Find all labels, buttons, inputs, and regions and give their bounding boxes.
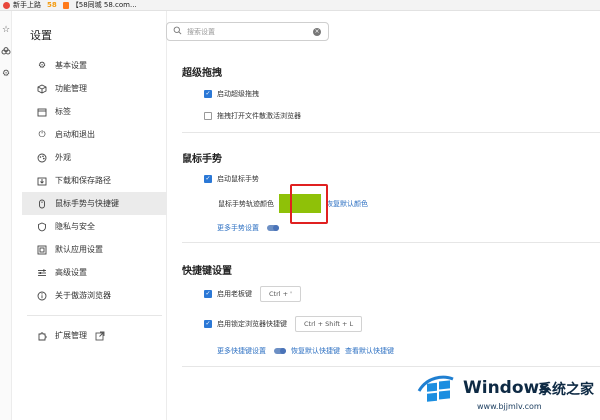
search-input[interactable] bbox=[187, 27, 307, 36]
sidebar-item-downloads[interactable]: 下载和保存路径 bbox=[22, 169, 167, 192]
sidebar-item-label: 扩展管理 bbox=[55, 331, 87, 340]
watermark-url: www.bjjmlv.com bbox=[477, 402, 542, 411]
default-app-icon bbox=[37, 245, 47, 255]
sidebar-item-about[interactable]: 关于傲游浏览器 bbox=[22, 284, 167, 307]
power-icon: ⏻ bbox=[38, 129, 46, 140]
highlight-box bbox=[290, 184, 328, 224]
watermark-brand: Windows bbox=[463, 378, 550, 398]
watermark: Windows 系统之家 www.bjjmlv.com bbox=[415, 372, 600, 420]
super-drag-background-label: 拖拽打开文件散激活浏览器 bbox=[217, 112, 301, 120]
sidebar-item-extensions[interactable]: 扩展管理 bbox=[22, 324, 167, 347]
bookmarks-bar: 新手上路 58 【58同城 58.com... bbox=[0, 0, 600, 11]
sidebar-item-label: 关于傲游浏览器 bbox=[55, 291, 111, 300]
boss-key-shortcut-field[interactable]: Ctrl + ' bbox=[260, 286, 301, 302]
page-title: 设置 bbox=[30, 29, 52, 42]
sidebar-item-mouse-gestures[interactable]: 鼠标手势与快捷键 bbox=[22, 192, 167, 215]
boss-key-label: 启用老板键 bbox=[217, 290, 252, 298]
section-title-super-drag: 超级拖拽 bbox=[182, 68, 222, 79]
section-divider bbox=[182, 366, 600, 367]
more-gesture-settings-row: 更多手势设置 bbox=[217, 223, 279, 233]
super-drag-enable-label: 启动超级拖拽 bbox=[217, 90, 259, 98]
sidebar-item-label: 功能管理 bbox=[55, 84, 87, 93]
external-link-icon bbox=[95, 331, 105, 341]
super-drag-enable-row: ✓ 启动超级拖拽 bbox=[204, 89, 259, 99]
download-icon bbox=[37, 176, 47, 186]
boss-key-row: ✓ 启用老板键 Ctrl + ' bbox=[204, 286, 301, 302]
mouse-gesture-enable-label: 启动鼠标手势 bbox=[217, 175, 259, 183]
tab-icon bbox=[37, 107, 47, 117]
clear-icon[interactable]: × bbox=[313, 28, 321, 36]
history-icon[interactable] bbox=[1, 47, 11, 57]
settings-nav: ⚙ 基本设置 功能管理 标签 ⏻ 启动和退出 外观 下载和保存路径 鼠标手势与快… bbox=[22, 54, 167, 347]
sliders-icon bbox=[37, 268, 47, 278]
trail-color-label: 鼠标手势轨迹颜色 bbox=[218, 199, 274, 208]
boss-key-checkbox[interactable]: ✓ bbox=[204, 290, 212, 298]
sidebar-item-label: 启动和退出 bbox=[55, 130, 95, 139]
puzzle-icon bbox=[37, 331, 47, 341]
more-shortcut-settings-toggle[interactable] bbox=[274, 348, 286, 354]
super-drag-background-checkbox[interactable] bbox=[204, 112, 212, 120]
sidebar-item-label: 外观 bbox=[55, 153, 71, 162]
section-divider bbox=[182, 242, 600, 243]
sidebar-item-advanced[interactable]: 高级设置 bbox=[22, 261, 167, 284]
sidebar-item-label: 下载和保存路径 bbox=[55, 176, 111, 185]
sidebar-item-startup[interactable]: ⏻ 启动和退出 bbox=[22, 123, 167, 146]
restore-default-shortcuts-link[interactable]: 恢复默认快捷键 bbox=[291, 346, 340, 356]
gear-icon[interactable]: ⚙ bbox=[1, 69, 11, 79]
sidebar-item-appearance[interactable]: 外观 bbox=[22, 146, 167, 169]
windows-logo-icon bbox=[417, 375, 454, 402]
settings-sidebar: 设置 ⚙ 基本设置 功能管理 标签 ⏻ 启动和退出 外观 下载和保存路径 鼠标手… bbox=[12, 11, 167, 420]
sidebar-item-label: 鼠标手势与快捷键 bbox=[55, 199, 119, 208]
super-drag-background-row: 拖拽打开文件散激活浏览器 bbox=[204, 111, 301, 121]
58-favicon-icon: 58 bbox=[47, 1, 57, 9]
section-title-shortcuts: 快捷键设置 bbox=[182, 266, 232, 277]
sidebar-item-label: 默认应用设置 bbox=[55, 245, 103, 254]
star-icon[interactable]: ☆ bbox=[1, 25, 11, 35]
sidebar-item-basic[interactable]: ⚙ 基本设置 bbox=[22, 54, 167, 77]
bookmark-item[interactable]: 【58同城 58.com... bbox=[62, 0, 137, 10]
gear-icon: ⚙ bbox=[37, 60, 47, 71]
sidebar-item-tabs[interactable]: 标签 bbox=[22, 100, 167, 123]
sidebar-item-features[interactable]: 功能管理 bbox=[22, 77, 167, 100]
red-circle-favicon-icon bbox=[3, 1, 10, 9]
mouse-icon bbox=[37, 199, 47, 209]
sidebar-item-label: 高级设置 bbox=[55, 268, 87, 277]
cube-icon bbox=[37, 83, 47, 94]
sidebar-item-label: 基本设置 bbox=[55, 61, 87, 70]
lock-shortcut-row: ✓ 启用锁定浏览器快捷键 Ctrl + Shift + L bbox=[204, 316, 363, 332]
sidebar-item-privacy[interactable]: 隐私与安全 bbox=[22, 215, 167, 238]
sidebar-item-label: 标签 bbox=[55, 107, 71, 116]
orange-favicon-icon bbox=[62, 1, 69, 9]
lock-shortcut-field[interactable]: Ctrl + Shift + L bbox=[295, 316, 363, 332]
bookmark-label: 新手上路 bbox=[13, 1, 41, 9]
more-gesture-settings-link[interactable]: 更多手势设置 bbox=[217, 223, 259, 233]
mouse-gesture-enable-row: ✓ 启动鼠标手势 bbox=[204, 174, 259, 184]
shield-icon bbox=[37, 222, 47, 232]
info-icon bbox=[37, 291, 47, 301]
section-title-mouse-gesture: 鼠标手势 bbox=[182, 154, 222, 165]
palette-icon bbox=[37, 153, 47, 163]
watermark-site-name: 系统之家 bbox=[538, 382, 594, 398]
settings-search: × bbox=[166, 22, 329, 41]
more-shortcut-settings-link[interactable]: 更多快捷键设置 bbox=[217, 346, 266, 356]
lock-shortcut-label: 启用锁定浏览器快捷键 bbox=[217, 320, 287, 328]
view-default-shortcuts-link[interactable]: 查看默认快捷键 bbox=[345, 346, 394, 356]
section-divider bbox=[182, 132, 600, 133]
lock-shortcut-checkbox[interactable]: ✓ bbox=[204, 320, 212, 328]
left-rail: ☆ ⚙ bbox=[0, 11, 12, 420]
sidebar-item-default-apps[interactable]: 默认应用设置 bbox=[22, 238, 167, 261]
settings-content: 超级拖拽 ✓ 启动超级拖拽 拖拽打开文件散激活浏览器 鼠标手势 ✓ 启动鼠标手势… bbox=[167, 50, 600, 420]
divider bbox=[27, 315, 162, 316]
bookmark-item[interactable]: 58 bbox=[47, 1, 57, 9]
sidebar-item-label: 隐私与安全 bbox=[55, 222, 95, 231]
bookmark-item[interactable]: 新手上路 bbox=[3, 0, 41, 10]
search-icon bbox=[173, 26, 182, 37]
shortcut-links-row: 更多快捷键设置 恢复默认快捷键 查看默认快捷键 bbox=[217, 346, 394, 356]
mouse-gesture-enable-checkbox[interactable]: ✓ bbox=[204, 175, 212, 183]
more-gesture-settings-toggle[interactable] bbox=[267, 225, 279, 231]
super-drag-enable-checkbox[interactable]: ✓ bbox=[204, 90, 212, 98]
restore-default-color-link[interactable]: 恢复默认颜色 bbox=[326, 199, 368, 209]
bookmark-label: 【58同城 58.com... bbox=[71, 1, 137, 9]
